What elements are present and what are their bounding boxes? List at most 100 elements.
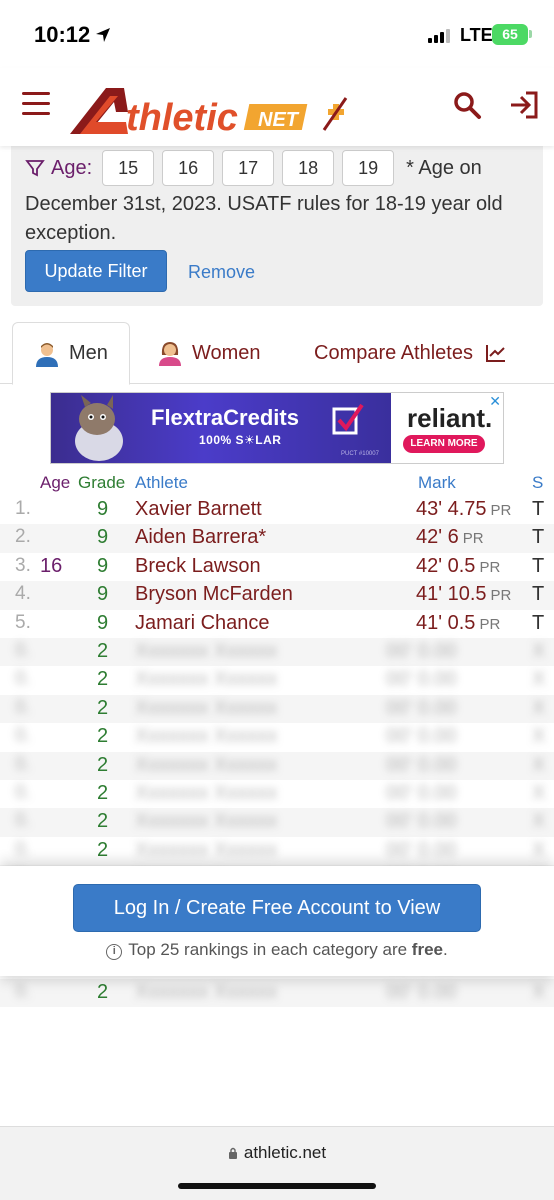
age-option[interactable]: 18 — [282, 150, 335, 186]
blurred-school: X — [532, 810, 546, 833]
blurred-rank: 0. — [15, 781, 31, 803]
rank: 3. — [15, 554, 31, 576]
ad-close-icon[interactable]: ✕ — [489, 393, 501, 410]
table-row[interactable]: 3. 16 9 Breck Lawson 42' 0.5 PR T — [0, 553, 554, 581]
status-bar: 10:12 LTE 65 — [0, 0, 554, 68]
tab-compare-athletes[interactable]: Compare Athletes — [314, 322, 507, 384]
pr-badge: PR — [479, 615, 501, 633]
blurred-name: Xxxxxxx Xxxxxx — [135, 838, 278, 861]
lock-icon — [228, 1147, 237, 1159]
blurred-name: Xxxxxxx Xxxxxx — [135, 725, 278, 748]
pr-badge: PR — [490, 587, 512, 605]
mark[interactable]: 41' 0.5 PR — [416, 612, 500, 635]
blurred-mark: 00' 0.00 — [386, 753, 457, 776]
locked-table-row: 0. 2 Xxxxxxx Xxxxxx 00' 0.00 X — [0, 637, 554, 667]
sign-in-icon[interactable] — [508, 90, 540, 120]
mark-value: 42' 6 — [416, 526, 459, 549]
search-icon[interactable] — [452, 90, 482, 120]
athlete-name-link[interactable]: Jamari Chance — [135, 612, 270, 635]
blurred-school: X — [532, 781, 546, 804]
blurred-rank: 0. — [15, 668, 31, 690]
rank: 4. — [15, 583, 31, 605]
logo-wordmark: thletic — [126, 97, 238, 138]
table-row[interactable]: 4. 9 Bryson McFarden 41' 10.5 PR T — [0, 581, 554, 610]
home-indicator — [178, 1183, 376, 1189]
mark[interactable]: 42' 0.5 PR — [416, 555, 500, 578]
blurred-school: X — [532, 725, 546, 748]
table-header: Age Grade Athlete Mark S — [0, 470, 554, 496]
mark[interactable]: 43' 4.75 PR — [416, 498, 511, 521]
blurred-name: Xxxxxxx Xxxxxx — [135, 980, 278, 1003]
school-abbrev[interactable]: T — [532, 555, 544, 578]
note-suffix: . — [442, 940, 448, 959]
athlete-name-link[interactable]: Xavier Barnett — [135, 498, 262, 521]
login-create-account-button[interactable]: Log In / Create Free Account to View — [73, 884, 481, 932]
battery-nub — [529, 30, 532, 38]
advertisement-banner[interactable]: FlextraCredits 100% S☀LAR PUCT #10007 re… — [50, 392, 504, 464]
locked-table-row: 0. 2 Xxxxxxx Xxxxxx 00' 0.00 X — [0, 751, 554, 780]
school-abbrev[interactable]: T — [532, 612, 544, 635]
header-age[interactable]: Age — [40, 473, 70, 493]
blurred-mark: 00' 0.00 — [386, 668, 457, 691]
age-option[interactable]: 15 — [102, 150, 155, 186]
age-option[interactable]: 17 — [222, 150, 275, 186]
school-abbrev[interactable]: T — [532, 498, 544, 521]
rank: 1. — [15, 498, 31, 519]
ad-puct: PUCT #10007 — [341, 451, 379, 457]
blurred-mark: 00' 0.00 — [386, 810, 457, 833]
grade: 2 — [97, 781, 109, 804]
tab-men-label: Men — [69, 342, 108, 364]
header-school[interactable]: S — [532, 473, 543, 493]
age-row: Age: 15 16 17 18 19 * Age on — [25, 150, 482, 186]
mark[interactable]: 41' 10.5 PR — [416, 583, 511, 606]
battery-level: 65 — [502, 26, 518, 42]
locked-table-row: 0. 2 Xxxxxxx Xxxxxx 00' 0.00 X — [0, 978, 554, 1008]
menu-icon[interactable] — [22, 92, 50, 118]
athlete-name-link[interactable]: Bryson McFarden — [135, 583, 293, 606]
athlete-name-link[interactable]: Aiden Barrera* — [135, 526, 266, 549]
location-arrow-icon — [96, 28, 110, 42]
school-abbrev[interactable]: T — [532, 583, 544, 606]
blurred-rank: 0. — [15, 810, 31, 832]
blurred-rank: 0. — [15, 639, 31, 661]
info-icon: i — [106, 944, 123, 960]
athlete-name-link[interactable]: Breck Lawson — [135, 555, 261, 578]
armadillo-mascot-icon — [75, 395, 123, 461]
grade: 2 — [97, 668, 109, 691]
pr-badge: PR — [490, 502, 512, 519]
tab-women[interactable]: Women — [156, 322, 261, 384]
login-prompt: Log In / Create Free Account to View i To… — [0, 866, 554, 976]
tab-men[interactable]: Men — [12, 322, 130, 385]
url-display[interactable]: athletic.net — [0, 1143, 554, 1163]
blurred-mark: 00' 0.00 — [386, 639, 457, 662]
blurred-mark: 00' 0.00 — [386, 838, 457, 861]
blurred-rank: 0. — [15, 696, 31, 718]
table-row[interactable]: 5. 9 Jamari Chance 41' 0.5 PR T — [0, 610, 554, 638]
header-mark[interactable]: Mark — [418, 473, 456, 493]
blurred-name: Xxxxxxx Xxxxxx — [135, 781, 278, 804]
table-row[interactable]: 1. 9 Xavier Barnett 43' 4.75 PR T — [0, 496, 554, 524]
free-rankings-note: i Top 25 rankings in each category are fr… — [0, 940, 554, 960]
blurred-name: Xxxxxxx Xxxxxx — [135, 668, 278, 691]
remove-filter-link[interactable]: Remove — [188, 262, 255, 283]
ad-learn-more-button[interactable]: LEARN MORE — [403, 435, 485, 453]
ad-title: FlextraCredits — [151, 405, 299, 430]
update-filter-button[interactable]: Update Filter — [25, 250, 167, 292]
table-row[interactable]: 2. 9 Aiden Barrera* 42' 6 PR T — [0, 524, 554, 553]
rank: 2. — [15, 526, 31, 548]
blurred-school: X — [532, 639, 546, 662]
school-abbrev[interactable]: T — [532, 526, 544, 549]
age-option[interactable]: 19 — [342, 150, 395, 186]
mark[interactable]: 42' 6 PR — [416, 526, 484, 549]
blurred-name: Xxxxxxx Xxxxxx — [135, 810, 278, 833]
grade: 9 — [97, 611, 109, 634]
age-option[interactable]: 16 — [162, 150, 215, 186]
browser-url-bar[interactable]: athletic.net — [0, 1126, 554, 1200]
header-athlete[interactable]: Athlete — [135, 473, 188, 493]
grade: 2 — [97, 980, 109, 1003]
header-grade[interactable]: Grade — [78, 473, 125, 493]
grade: 2 — [97, 639, 109, 662]
grade: 9 — [97, 498, 109, 520]
grade: 2 — [97, 810, 109, 833]
athletic-net-logo[interactable]: thletic NET — [66, 82, 356, 138]
